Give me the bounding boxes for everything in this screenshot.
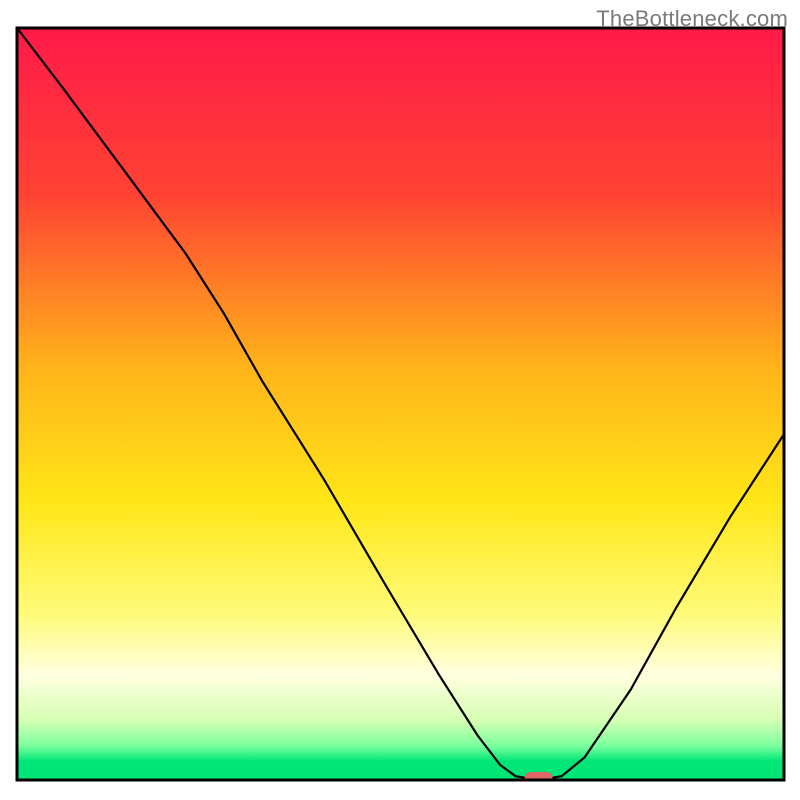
- bottleneck-chart: [0, 0, 800, 800]
- gradient-background: [17, 28, 784, 780]
- chart-container: TheBottleneck.com: [0, 0, 800, 800]
- watermark-text: TheBottleneck.com: [596, 6, 788, 32]
